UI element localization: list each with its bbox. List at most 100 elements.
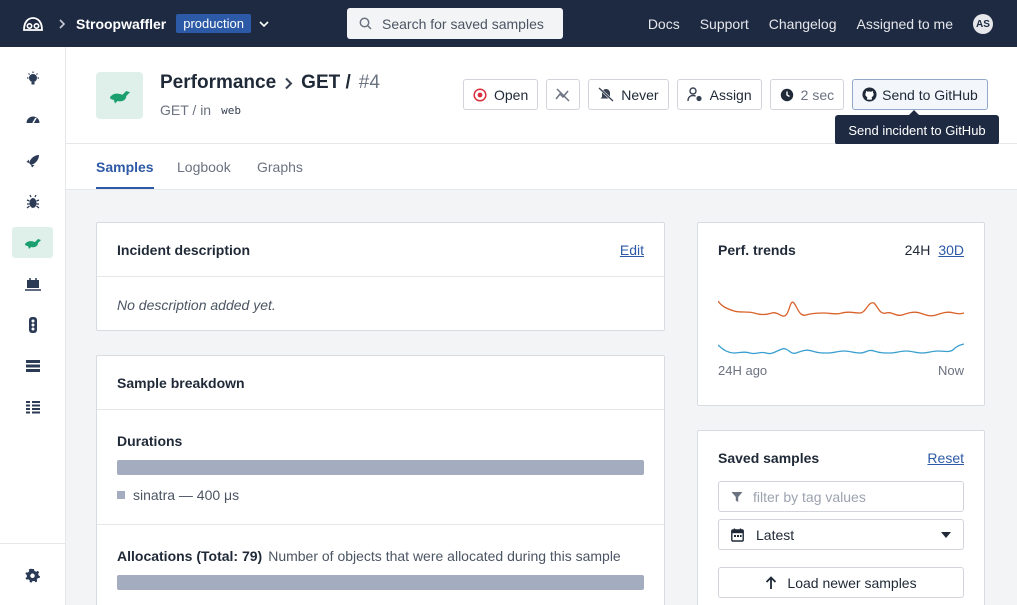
tag-filter-field[interactable] xyxy=(718,481,964,512)
card-header: Sample breakdown xyxy=(97,356,664,410)
performance-icon xyxy=(24,238,41,249)
trend-end-label: Now xyxy=(937,363,964,378)
chevron-down-icon[interactable] xyxy=(259,20,269,28)
sidebar-item-lightbulb[interactable] xyxy=(12,63,53,94)
search-box[interactable] xyxy=(347,8,563,39)
load-newer-label: Load newer samples xyxy=(787,574,917,591)
sidebar-item-performance[interactable] xyxy=(12,227,53,258)
throughput-trendline xyxy=(718,300,964,317)
assigned-to-me-link[interactable]: Assigned to me xyxy=(857,16,954,32)
top-links: Docs Support Changelog Assigned to me xyxy=(648,0,953,47)
range-24h[interactable]: 24H xyxy=(905,242,931,258)
changelog-link[interactable]: Changelog xyxy=(769,16,837,32)
search-input[interactable] xyxy=(382,15,552,32)
chevron-right-icon xyxy=(58,18,66,29)
rocket-icon xyxy=(26,154,39,167)
allocations-title: Allocations (Total: 79) Number of objects… xyxy=(117,548,644,564)
sort-selected-value: Latest xyxy=(756,526,795,543)
response-time-trendline xyxy=(718,343,964,355)
clock-icon xyxy=(780,88,794,102)
tab-graphs[interactable]: Graphs xyxy=(257,159,303,175)
namespace-title[interactable]: Performance xyxy=(160,72,276,94)
sidebar-item-dashboard[interactable] xyxy=(12,104,53,135)
namespace-tag: web xyxy=(221,103,241,117)
reset-link[interactable]: Reset xyxy=(927,450,964,466)
trend-sparklines xyxy=(718,300,964,355)
incident-header: Performance GET / #4 GET / in web Open N… xyxy=(66,47,1017,145)
list-icon xyxy=(25,359,40,372)
sidebar-item-errors[interactable] xyxy=(12,186,53,217)
performance-icon xyxy=(109,90,130,103)
mute-button[interactable] xyxy=(546,79,581,110)
edit-description-link[interactable]: Edit xyxy=(620,242,644,258)
appsignal-logo-icon[interactable] xyxy=(22,14,48,34)
bell-off-icon xyxy=(598,87,615,102)
perf-trends-card: Perf. trends 24H 30D 24H ago Now xyxy=(697,222,985,406)
card-title: Incident description xyxy=(117,241,251,258)
sort-select[interactable]: Latest xyxy=(718,519,964,550)
namespace-icon xyxy=(96,72,143,119)
subtitle-text: GET / in xyxy=(160,102,212,118)
incident-description-card: Incident description Edit No description… xyxy=(96,222,665,331)
send-to-github-button[interactable]: Send to GitHub xyxy=(852,79,988,110)
trend-axis-labels: 24H ago Now xyxy=(718,363,964,378)
incident-subtitle: GET / in web xyxy=(160,102,241,118)
header-actions: Open Never Assign 2 sec Send to GitHub xyxy=(463,79,988,110)
gear-icon xyxy=(25,568,40,583)
card-header: Perf. trends 24H 30D xyxy=(698,223,984,277)
assign-button[interactable]: Assign xyxy=(676,79,762,110)
allocations-bar[interactable] xyxy=(117,575,644,590)
github-tooltip: Send incident to GitHub xyxy=(835,110,999,145)
avatar[interactable]: AS xyxy=(973,14,993,34)
traffic-light-icon xyxy=(28,316,37,333)
send-to-github-label: Send to GitHub xyxy=(882,86,978,103)
allocations-total: Allocations (Total: 79) xyxy=(117,548,263,564)
bug-icon xyxy=(26,194,39,209)
sidebar-item-deploys[interactable] xyxy=(12,145,53,176)
filter-icon xyxy=(731,491,743,503)
description-text: No description added yet. xyxy=(117,297,276,313)
assign-label: Assign xyxy=(709,86,752,103)
sidebar-divider xyxy=(0,543,66,544)
tab-samples[interactable]: Samples xyxy=(96,159,154,175)
sidebar-item-hosts[interactable] xyxy=(12,268,53,299)
action-title: GET / xyxy=(301,72,351,93)
sidebar-item-settings[interactable] xyxy=(12,560,53,591)
interval-button[interactable]: 2 sec xyxy=(769,79,845,110)
interval-label: 2 sec xyxy=(800,86,835,103)
durations-legend: sinatra — 400 μs xyxy=(117,487,644,503)
docs-link[interactable]: Docs xyxy=(648,16,680,32)
load-newer-samples-button[interactable]: Load newer samples xyxy=(718,567,964,598)
card-header: Saved samples Reset xyxy=(698,431,984,485)
trend-start-label: 24H ago xyxy=(718,363,768,378)
chart-off-icon xyxy=(555,87,571,102)
notify-label: Never xyxy=(621,86,659,103)
active-tab-indicator xyxy=(96,187,154,189)
user-cog-icon xyxy=(686,87,703,102)
durations-title: Durations xyxy=(117,433,183,449)
state-button[interactable]: Open xyxy=(463,79,539,110)
environment-badge[interactable]: production xyxy=(176,14,251,33)
range-30d-link[interactable]: 30D xyxy=(938,242,964,258)
durations-section: Durations sinatra — 400 μs xyxy=(97,410,664,525)
durations-bar[interactable] xyxy=(117,460,644,475)
card-title: Saved samples xyxy=(718,450,820,466)
incident-tabs: Samples Logbook Graphs xyxy=(66,144,1017,190)
sidebar-item-logs[interactable] xyxy=(12,350,53,381)
sidebar-item-uptime[interactable] xyxy=(12,309,53,340)
card-title: Sample breakdown xyxy=(117,374,245,391)
legend-swatch xyxy=(117,491,125,499)
search-icon xyxy=(359,17,372,30)
support-link[interactable]: Support xyxy=(700,16,749,32)
card-title: Perf. trends xyxy=(718,242,796,258)
notify-button[interactable]: Never xyxy=(588,79,669,110)
calendar-icon xyxy=(731,528,744,542)
tab-logbook[interactable]: Logbook xyxy=(177,159,231,175)
state-label: Open xyxy=(494,86,529,103)
host-icon xyxy=(24,277,41,291)
sidebar-item-tables[interactable] xyxy=(12,391,53,422)
tag-filter-input[interactable] xyxy=(753,488,953,505)
incident-number: #4 xyxy=(358,72,380,93)
allocations-note: Number of objects that were allocated du… xyxy=(268,548,621,564)
app-name[interactable]: Stroopwaffler xyxy=(76,16,166,32)
